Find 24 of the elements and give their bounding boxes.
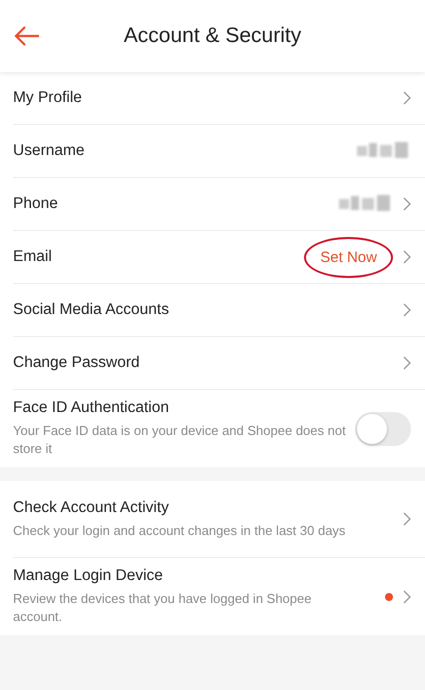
row-description: Check your login and account changes in the last 30 days (13, 522, 346, 540)
row-label: Social Media Accounts (13, 301, 170, 319)
row-label: Change Password (13, 354, 141, 372)
row-label: Check Account Activity (13, 498, 170, 517)
row-description: Your Face ID data is on your device and Shopee does not store it (13, 422, 347, 458)
row-label: Email (13, 248, 53, 266)
set-now-link[interactable]: Set Now (304, 236, 393, 278)
settings-row[interactable]: Phone (13, 178, 425, 231)
settings-row[interactable]: Username (13, 125, 425, 178)
settings-row[interactable]: My Profile (13, 72, 425, 125)
row-description: Review the devices that you have logged in Shopee account. (13, 590, 312, 626)
row-label: Username (13, 142, 86, 160)
settings-row[interactable]: Social Media Accounts (13, 284, 425, 337)
settings-row[interactable]: Change Password (13, 337, 425, 390)
row-label: My Profile (13, 89, 83, 107)
face-id-toggle[interactable] (355, 412, 411, 446)
settings-row[interactable]: Manage Login Device Review the devices that you have logged in Shopee account. (13, 558, 425, 635)
settings-row[interactable]: Check Account Activity Check your login and account changes in the last 30 days (13, 481, 425, 558)
row-label: Phone (13, 195, 59, 213)
back-button[interactable] (14, 25, 40, 47)
row-label: Face ID Authentication (13, 399, 170, 418)
settings-row[interactable]: Email Set Now (13, 231, 425, 284)
page-title: Account & Security (122, 24, 302, 48)
row-label: Manage Login Device (13, 567, 164, 586)
